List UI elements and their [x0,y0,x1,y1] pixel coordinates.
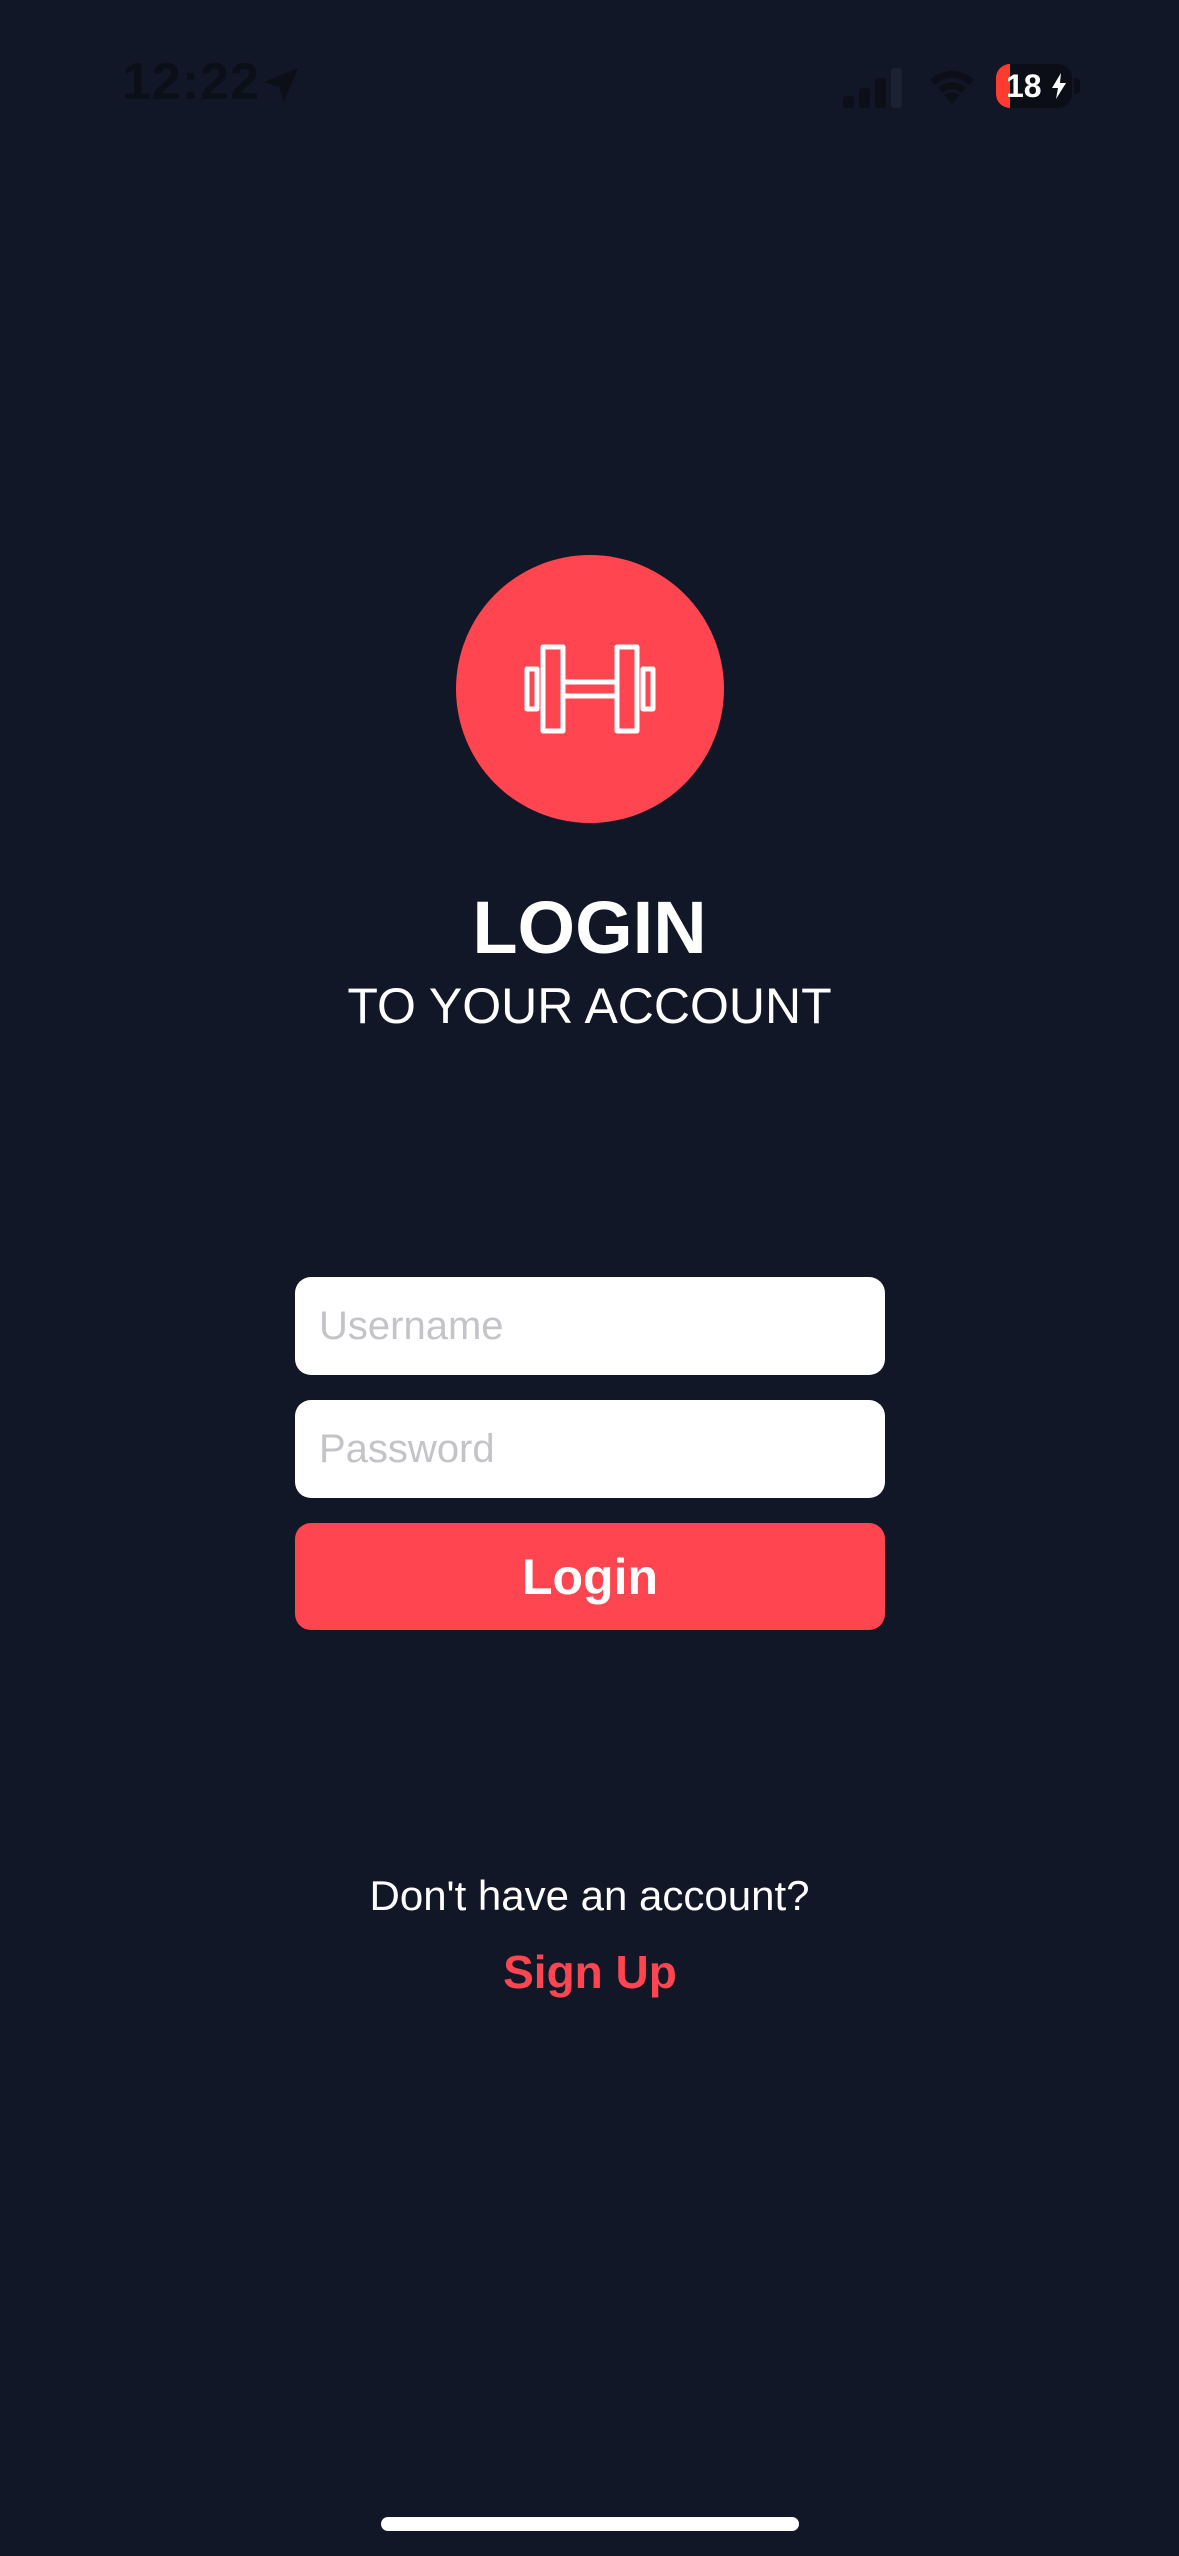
battery-cap [1074,78,1080,94]
cellular-signal-icon [843,68,902,108]
login-button[interactable]: Login [295,1523,885,1630]
dumbbell-icon [524,644,656,734]
location-arrow-icon [263,67,299,103]
page-subtitle: TO YOUR ACCOUNT [347,978,832,1034]
password-input[interactable] [295,1400,885,1498]
signup-link[interactable]: Sign Up [440,1942,740,2002]
status-time: 12:22 [122,53,260,111]
home-indicator[interactable] [381,2517,799,2531]
wifi-icon [930,70,974,104]
page-title: LOGIN [472,886,707,969]
battery-level-text: 18 [1006,68,1042,104]
bolt-icon [1052,73,1066,99]
signup-prompt: Don't have an account? [369,1872,810,1919]
username-input[interactable] [295,1277,885,1375]
app-logo [456,555,724,823]
status-bar: 12:22 18 [0,0,1179,170]
battery-indicator: 18 [996,64,1080,108]
